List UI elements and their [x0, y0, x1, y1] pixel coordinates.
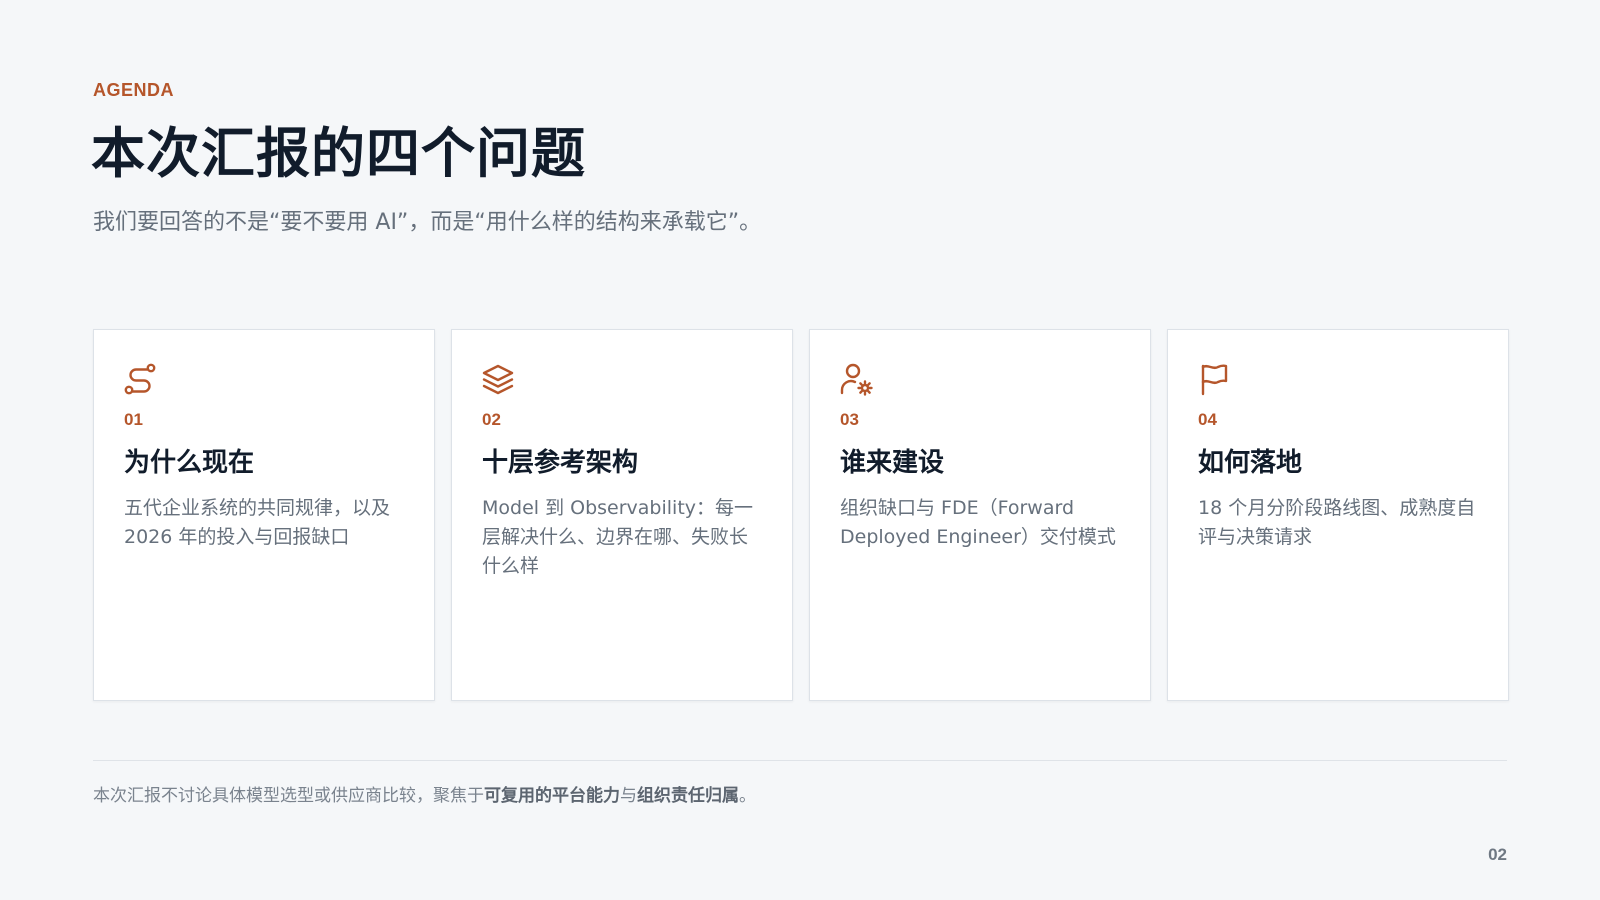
footer-note-emphasis-platform: 可复用的平台能力	[484, 786, 620, 806]
footer-note-emphasis-ownership: 组织责任归属	[637, 786, 739, 806]
agenda-cards: 01 为什么现在 五代企业系统的共同规律，以及 2026 年的投入与回报缺口 0…	[93, 329, 1509, 701]
card-number: 02	[482, 410, 501, 429]
flag-icon	[1197, 362, 1231, 396]
card-number: 03	[840, 410, 859, 429]
card-title: 十层参考架构	[482, 448, 639, 478]
footer-note-prefix: 本次汇报不讨论具体模型选型或供应商比较，聚焦于	[93, 786, 484, 806]
footer-note-suffix: 。	[739, 786, 756, 806]
footer-note-connector: 与	[620, 786, 637, 806]
card-number: 04	[1198, 410, 1217, 429]
card-title: 谁来建设	[840, 448, 945, 478]
page-title: 本次汇报的四个问题	[91, 122, 586, 185]
footer-note: 本次汇报不讨论具体模型选型或供应商比较，聚焦于可复用的平台能力与组织责任归属。	[93, 784, 756, 808]
agenda-card-4: 04 如何落地 18 个月分阶段路线图、成熟度自评与决策请求	[1167, 329, 1509, 701]
agenda-card-3: 03 谁来建设 组织缺口与 FDE（Forward Deployed Engin…	[809, 329, 1151, 701]
route-icon	[123, 362, 157, 396]
layers-icon	[481, 362, 515, 396]
card-title: 为什么现在	[124, 448, 255, 478]
page-number: 02	[1488, 845, 1507, 864]
card-description: Model 到 Observability：每一层解决什么、边界在哪、失败长什么…	[482, 497, 754, 577]
agenda-card-1: 01 为什么现在 五代企业系统的共同规律，以及 2026 年的投入与回报缺口	[93, 329, 435, 701]
card-description: 五代企业系统的共同规律，以及 2026 年的投入与回报缺口	[124, 497, 391, 548]
card-title: 如何落地	[1198, 448, 1303, 478]
eyebrow-label: AGENDA	[93, 80, 175, 100]
footer-divider	[93, 760, 1507, 761]
page-subtitle: 我们要回答的不是“要不要用 AI”，而是“用什么样的结构来承载它”。	[93, 210, 762, 235]
user-gear-icon	[839, 362, 873, 396]
agenda-card-2: 02 十层参考架构 Model 到 Observability：每一层解决什么、…	[451, 329, 793, 701]
card-number: 01	[124, 410, 143, 429]
card-description: 组织缺口与 FDE（Forward Deployed Engineer）交付模式	[840, 497, 1116, 548]
agenda-slide: AGENDA 本次汇报的四个问题 我们要回答的不是“要不要用 AI”，而是“用什…	[0, 0, 1600, 900]
card-description: 18 个月分阶段路线图、成熟度自评与决策请求	[1198, 497, 1476, 548]
